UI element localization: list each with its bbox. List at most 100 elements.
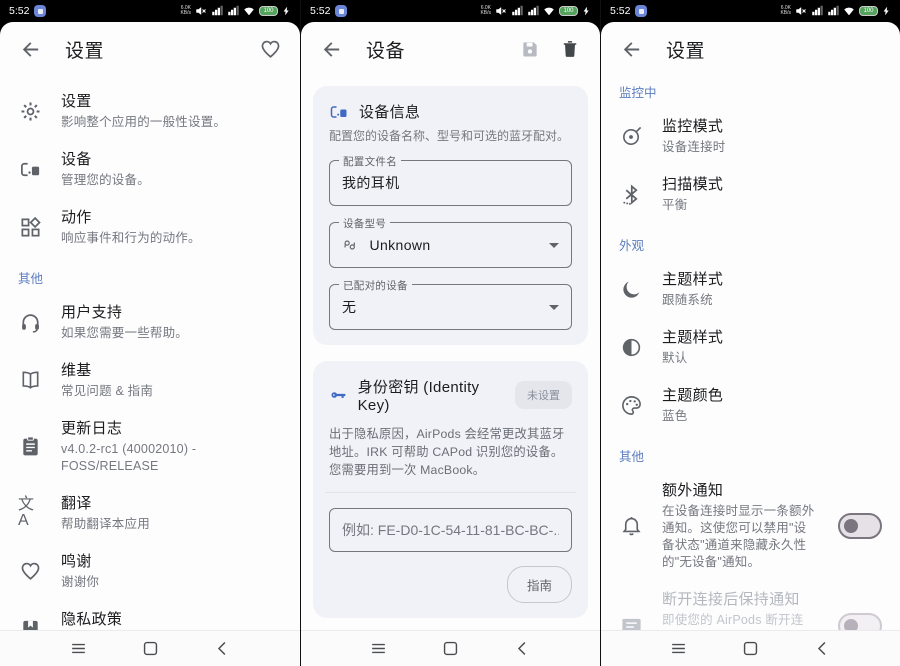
home-square-icon [441, 639, 460, 658]
system-nav-bar [601, 630, 900, 666]
extra-notification-toggle[interactable] [838, 513, 882, 539]
card-description: 出于隐私原因，AirPods 会经常更改其蓝牙地址。IRK 可帮助 CAPod … [329, 425, 572, 479]
wifi-icon [843, 5, 855, 17]
earbuds-icon [342, 235, 357, 255]
card-subtitle: 配置您的设备名称、型号和可选的蓝牙配对。 [329, 128, 572, 144]
changelog-icon [19, 435, 42, 458]
status-bar: 5:52 6.0KKB/s 100 [601, 0, 900, 22]
chat-icon [620, 615, 643, 631]
save-button[interactable] [517, 36, 543, 62]
bell-icon [620, 514, 643, 537]
list-item-privacy-policy[interactable]: 隐私政策负责任的处理数据。 [0, 600, 300, 630]
cell-signal-icon [211, 5, 223, 17]
back-arrow-icon [620, 38, 643, 61]
net-speed-indicator: 6.0KKB/s [780, 6, 791, 17]
screen-device-editor: 5:52 6.0KKB/s 100 设备 设备信息 [300, 0, 600, 666]
screen-settings-main: 5:52 6.0KKB/s 100 设置 设置影响整个应用的一般性设置。 [0, 0, 300, 666]
net-speed-indicator: 6.0KKB/s [480, 6, 491, 17]
key-icon [329, 385, 348, 405]
headset-icon [19, 311, 42, 334]
home-square-icon [141, 639, 160, 658]
notification-app-icon [34, 5, 46, 17]
policy-icon [19, 618, 42, 631]
card-title: 设备信息 [359, 101, 420, 122]
list-item-wiki[interactable]: 维基常见问题 & 指南 [0, 351, 300, 409]
status-bar: 5:52 6.0KKB/s 100 [0, 0, 300, 22]
nav-back-button[interactable] [209, 636, 235, 662]
list-item-actions[interactable]: 动作响应事件和行为的动作。 [0, 198, 300, 256]
paired-device-select[interactable]: 已配对的设备 无 [329, 284, 572, 330]
chevron-left-icon [213, 639, 232, 658]
contrast-icon [620, 336, 643, 359]
nav-back-button[interactable] [510, 636, 536, 662]
nav-recents-button[interactable] [65, 636, 91, 662]
back-arrow-icon [19, 38, 42, 61]
device-model-select[interactable]: 设备型号 Unknown [329, 222, 572, 268]
sponsor-button[interactable] [257, 36, 283, 62]
list-item-extra-notification[interactable]: 额外通知在设备连接时显示一条额外通知。这使您可以禁用"设备状态"通道来隐藏永久性… [601, 471, 900, 580]
translate-icon: 文A [18, 497, 42, 529]
notification-app-icon [635, 5, 647, 17]
list-item-theme-color[interactable]: 主题颜色蓝色 [601, 376, 900, 434]
cell-signal-icon [511, 5, 523, 17]
heart-icon [259, 38, 282, 61]
list-item-changelog[interactable]: 更新日志v4.0.2-rc1 (40002010) - FOSS/RELEASE [0, 409, 300, 484]
status-badge: 未设置 [515, 381, 572, 409]
card-title: 身份密钥 (Identity Key) [358, 376, 505, 414]
app-bar: 设备 [301, 22, 600, 76]
home-square-icon [741, 639, 760, 658]
list-item-theme-mode[interactable]: 主题样式跟随系统 [601, 260, 900, 318]
nav-home-button[interactable] [438, 636, 464, 662]
nav-recents-button[interactable] [666, 636, 692, 662]
notification-app-icon [335, 5, 347, 17]
page-title: 设备 [366, 36, 405, 63]
bluetooth-icon [620, 183, 643, 206]
nav-home-button[interactable] [137, 636, 163, 662]
list-item-acknowledgements[interactable]: 鸣谢谢谢你 [0, 542, 300, 600]
status-time: 5:52 [310, 5, 330, 17]
list-item-devices[interactable]: 设备管理您的设备。 [0, 140, 300, 198]
back-button[interactable] [318, 36, 344, 62]
list-item-monitor-mode[interactable]: 监控模式设备连接时 [601, 107, 900, 165]
nav-recents-button[interactable] [366, 636, 392, 662]
cell-signal-icon [811, 5, 823, 17]
mute-icon [795, 5, 807, 17]
list-item-keep-notification: 断开连接后保持通知即使您的 AirPods 断开连接，继续显示上次已知的电池电量… [601, 580, 900, 630]
settings-list: 设置影响整个应用的一般性设置。 设备管理您的设备。 动作响应事件和行为的动作。 … [0, 76, 300, 630]
identity-key-input[interactable] [329, 508, 572, 552]
cell-signal2-icon [227, 5, 239, 17]
guide-button[interactable]: 指南 [507, 566, 572, 603]
cell-signal2-icon [827, 5, 839, 17]
list-item-translate[interactable]: 文A 翻译帮助翻译本应用 [0, 484, 300, 542]
list-item-support[interactable]: 用户支持如果您需要一些帮助。 [0, 293, 300, 351]
system-nav-bar [301, 630, 600, 666]
section-header-other: 其他 [601, 434, 900, 471]
nav-home-button[interactable] [738, 636, 764, 662]
profile-name-field[interactable]: 配置文件名 [329, 160, 572, 206]
list-item-general-settings[interactable]: 设置影响整个应用的一般性设置。 [0, 82, 300, 140]
charging-bolt-icon [582, 5, 591, 17]
paired-device-value: 无 [342, 297, 537, 317]
delete-button[interactable] [557, 36, 583, 62]
palette-icon [620, 394, 643, 417]
moon-icon [620, 278, 643, 301]
floppy-save-icon [520, 39, 540, 59]
ui-settings-list: 监控中 监控模式设备连接时 扫描模式平衡 外观 主题样式跟随系统 主题样式默认 … [601, 76, 900, 630]
nav-back-button[interactable] [810, 636, 836, 662]
book-icon [19, 369, 42, 392]
list-item-scan-mode[interactable]: 扫描模式平衡 [601, 165, 900, 223]
list-item-theme-style[interactable]: 主题样式默认 [601, 318, 900, 376]
divider [325, 492, 576, 493]
back-button[interactable] [618, 36, 644, 62]
keep-notification-toggle [838, 613, 882, 630]
chevron-down-icon [549, 243, 559, 248]
profile-name-input[interactable] [342, 175, 559, 191]
battery-icon: 100 [859, 6, 878, 16]
status-time: 5:52 [9, 5, 29, 17]
mute-icon [495, 5, 507, 17]
device-info-card: 设备信息 配置您的设备名称、型号和可选的蓝牙配对。 配置文件名 设备型号 Unk… [313, 86, 588, 345]
chevron-down-icon [549, 305, 559, 310]
wifi-icon [543, 5, 555, 17]
back-button[interactable] [17, 36, 43, 62]
devices-icon [19, 158, 42, 181]
